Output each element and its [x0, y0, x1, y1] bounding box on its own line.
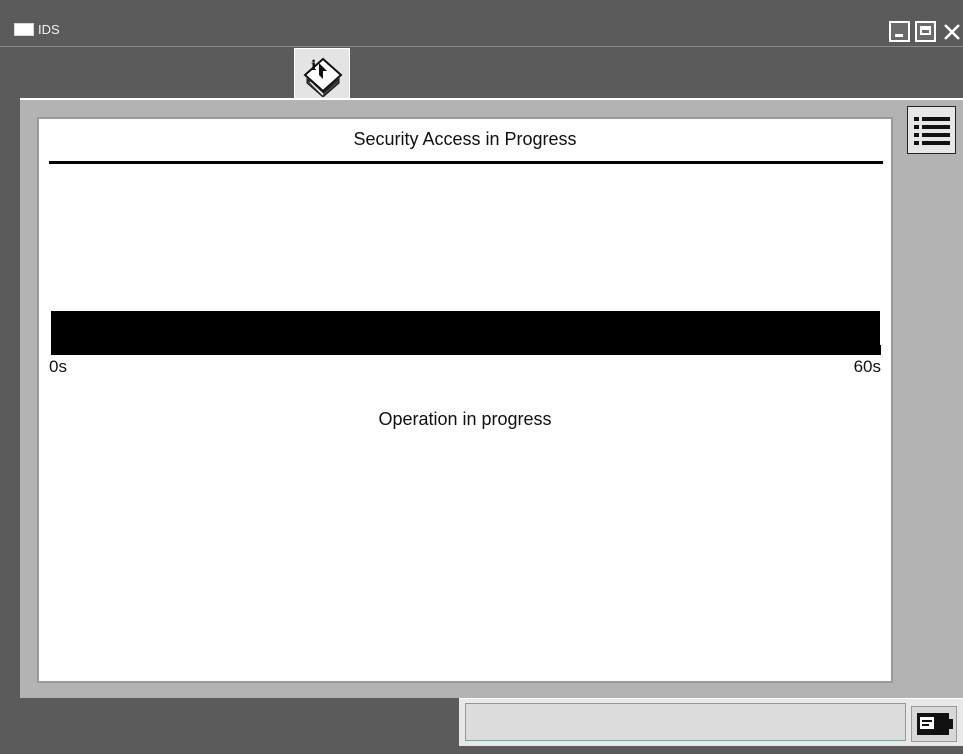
progress-min-label: 0s	[49, 357, 67, 376]
progress-end-tick	[879, 345, 881, 355]
title-bar: IDS	[0, 8, 963, 47]
list-menu-button[interactable]	[907, 106, 956, 154]
page-title: Security Access in Progress	[353, 129, 577, 149]
window-title: IDS	[38, 22, 60, 37]
content-area: Security Access in Progress 0s 60s Opera…	[37, 117, 893, 683]
minimize-icon[interactable]	[889, 21, 910, 42]
progress-bar-fill	[51, 311, 880, 355]
svg-text:i: i	[311, 58, 316, 74]
close-icon[interactable]	[941, 21, 963, 42]
list-menu-icon	[914, 117, 950, 145]
battery-button[interactable]	[911, 706, 957, 742]
progress-bar	[51, 311, 880, 355]
battery-icon	[917, 713, 953, 735]
progress-max-label: 60s	[853, 357, 881, 376]
tab-info[interactable]: i	[294, 48, 350, 100]
maximize-icon[interactable]	[915, 21, 936, 42]
status-field	[465, 703, 906, 741]
window-icon	[14, 23, 34, 36]
heading-divider	[49, 161, 883, 164]
info-book-icon: i	[303, 57, 343, 97]
status-message: Operation in progress	[378, 409, 552, 429]
